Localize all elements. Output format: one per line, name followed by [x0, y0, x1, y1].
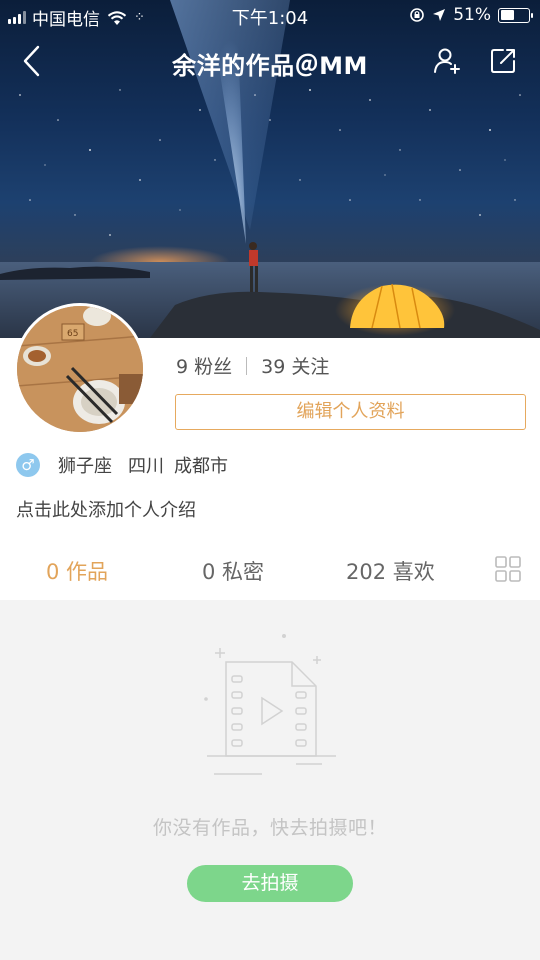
- profile-info: ♂ 狮子座 四川 成都市: [16, 452, 228, 478]
- province-label: 四川: [128, 456, 164, 477]
- avatar-photo: 65: [17, 306, 143, 432]
- tab-works[interactable]: 0 作品: [46, 556, 108, 586]
- zodiac-label: 狮子座: [58, 456, 112, 477]
- edit-profile-button[interactable]: 编辑个人资料: [175, 394, 526, 430]
- content-tabs: 0 作品 0 私密 202 喜欢: [0, 538, 540, 600]
- city-label: 成都市: [174, 456, 228, 477]
- location-arrow-icon: [433, 9, 446, 21]
- battery-percent: 51%: [453, 5, 491, 25]
- empty-state-panel: [0, 600, 540, 960]
- male-gender-icon: ♂: [16, 453, 40, 477]
- share-button[interactable]: [484, 42, 522, 80]
- grid-view-icon[interactable]: [495, 556, 521, 582]
- stats-divider: [246, 356, 248, 375]
- nav-bar: 余洋的作品＠MM: [0, 38, 540, 84]
- following-count[interactable]: 39 关注: [261, 352, 329, 379]
- fans-count[interactable]: 9 粉丝: [176, 352, 232, 379]
- battery-icon: [498, 7, 533, 23]
- share-icon: [491, 49, 515, 73]
- add-user-icon: [434, 48, 460, 74]
- orientation-lock-icon: [410, 8, 425, 22]
- empty-video-file-icon: [204, 634, 336, 775]
- svg-text:65: 65: [67, 329, 78, 339]
- avatar[interactable]: 65: [14, 303, 146, 435]
- tab-private[interactable]: 0 私密: [202, 556, 264, 586]
- bio-placeholder[interactable]: 点击此处添加个人介绍: [16, 496, 196, 522]
- tab-likes[interactable]: 202 喜欢: [346, 556, 435, 586]
- empty-state-message: 你没有作品，快去拍摄吧！: [152, 817, 387, 839]
- add-friend-button[interactable]: [428, 42, 466, 80]
- follow-stats: 9 粉丝 39 关注: [176, 352, 329, 379]
- go-shoot-button[interactable]: 去拍摄: [187, 865, 353, 902]
- status-bar: 中国电信 ⁘ 下午1:04 51%: [0, 0, 540, 30]
